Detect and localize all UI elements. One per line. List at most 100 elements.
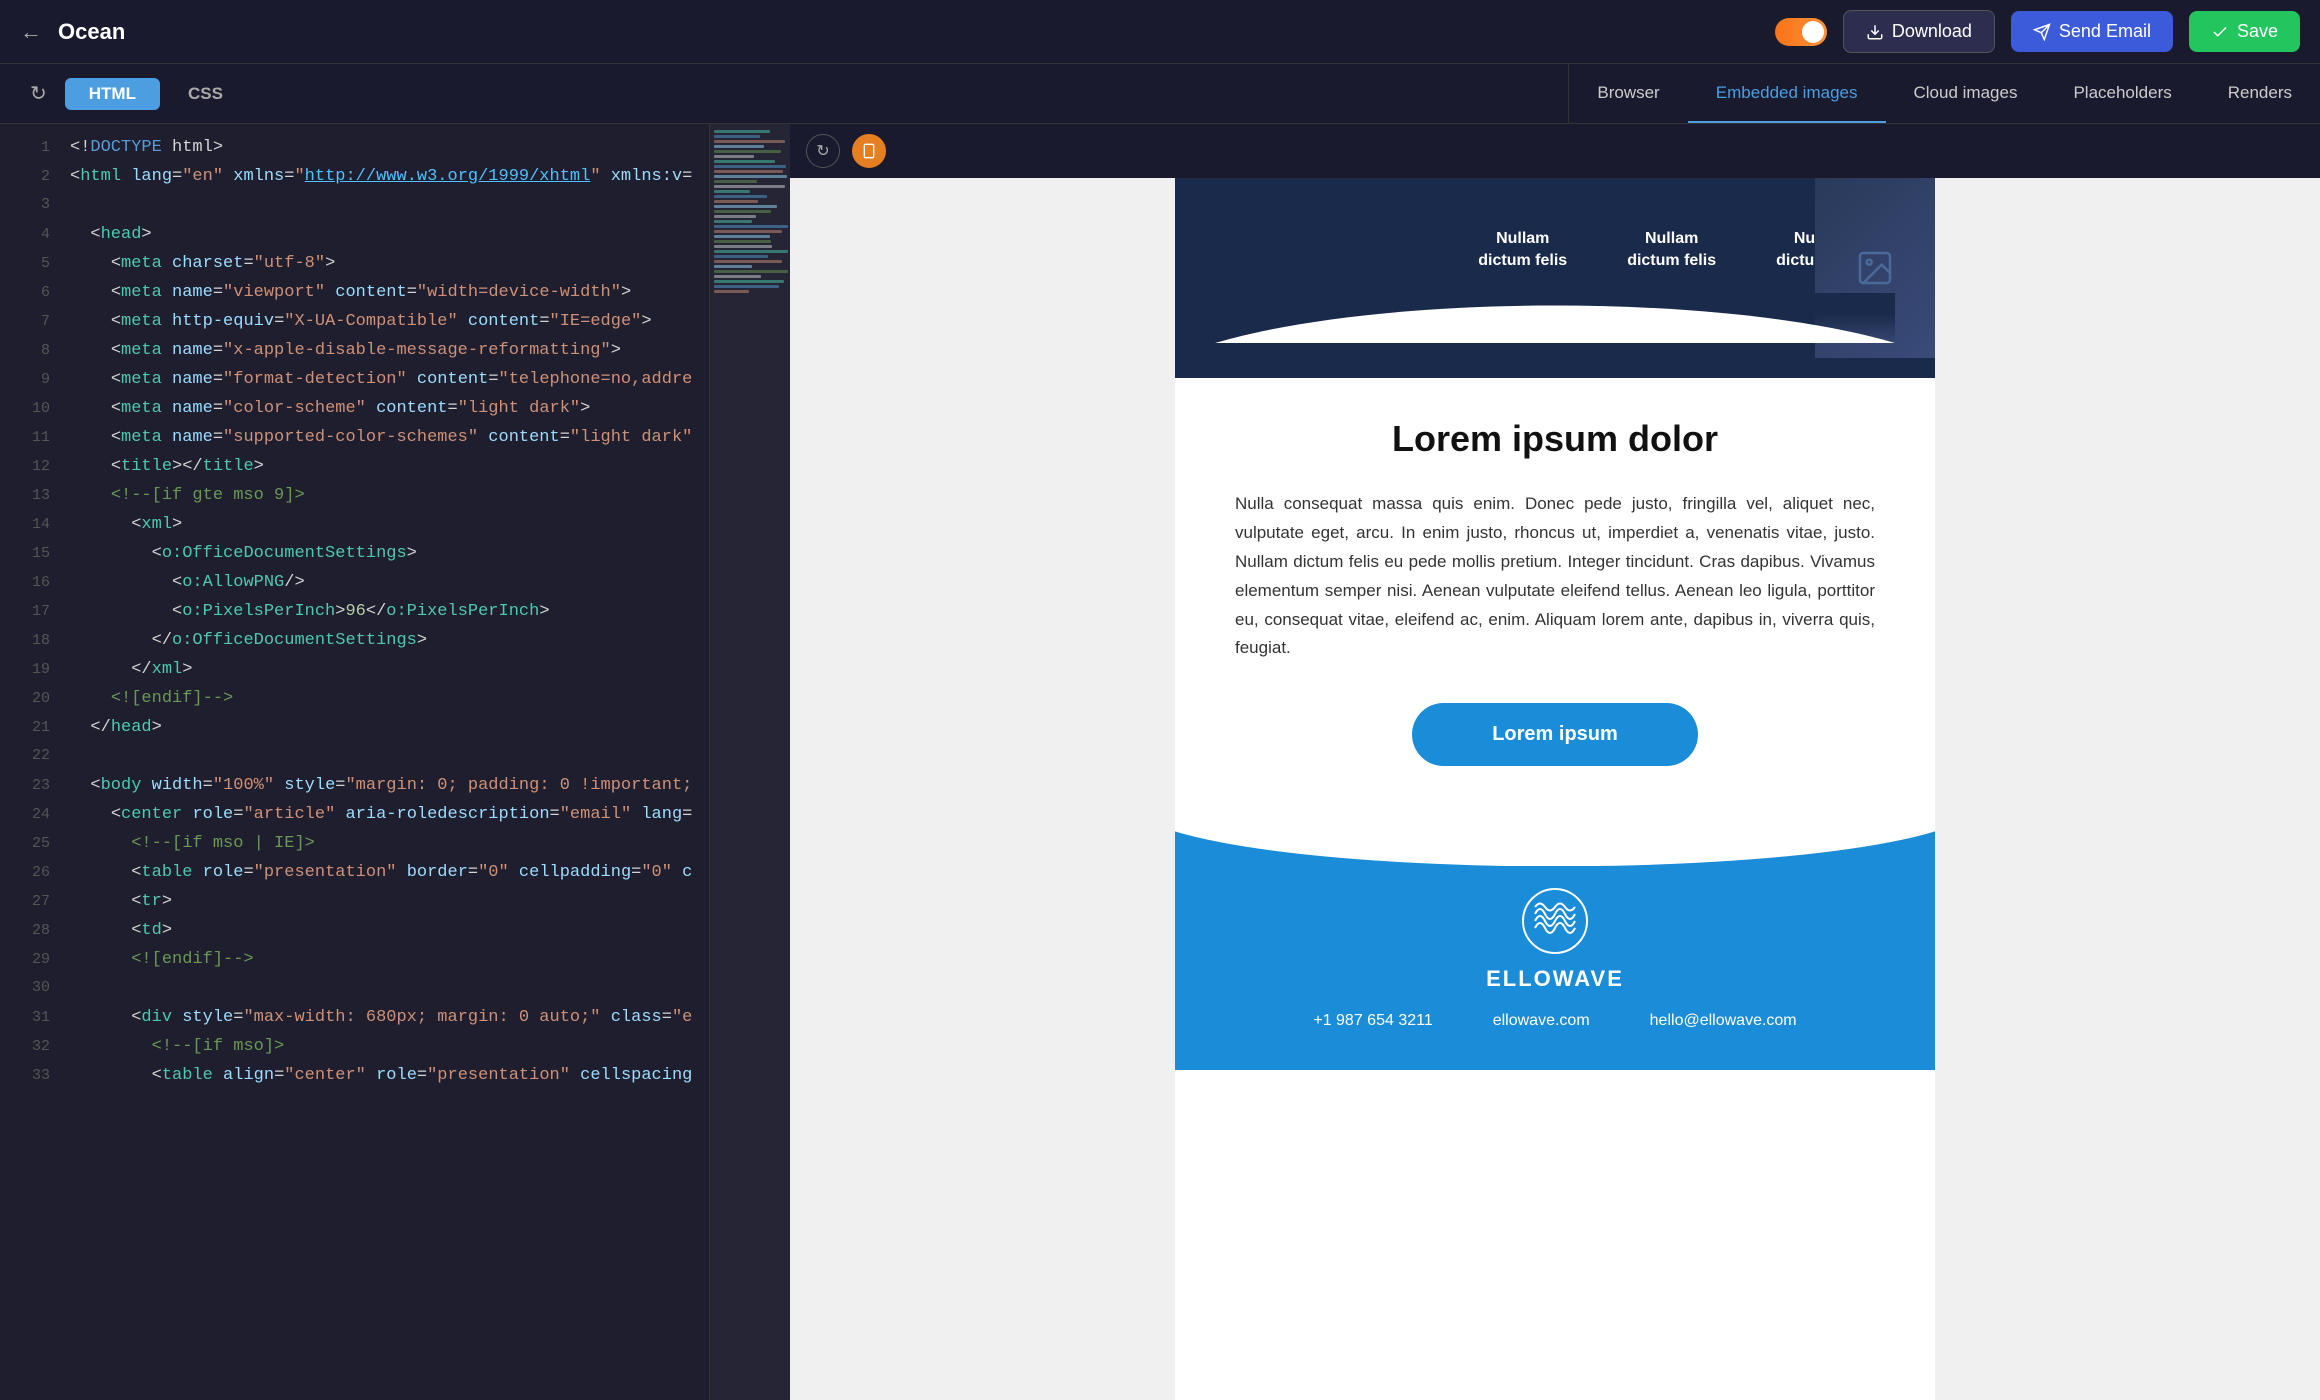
minimap-line	[714, 275, 761, 278]
email-heading: Lorem ipsum dolor	[1235, 418, 1875, 460]
line-code: <meta name="viewport" content="width=dev…	[70, 279, 631, 308]
line-code: <center role="article" aria-roledescript…	[70, 801, 693, 830]
line-code: <o:PixelsPerInch>96</o:PixelsPerInch>	[70, 598, 550, 627]
send-email-label: Send Email	[2059, 21, 2151, 42]
footer-logo-icon	[1520, 886, 1590, 956]
hero-col-2: Nullamdictum felis	[1597, 208, 1746, 293]
save-label: Save	[2237, 21, 2278, 42]
download-button[interactable]: Download	[1843, 10, 1995, 53]
line-number: 11	[16, 425, 50, 451]
code-line: 3	[0, 192, 709, 221]
code-line: 4 <head>	[0, 221, 709, 250]
tab-css[interactable]: CSS	[164, 78, 247, 110]
minimap	[710, 124, 790, 1400]
hero-col-1: Nullamdictum felis	[1448, 208, 1597, 293]
line-number: 26	[16, 860, 50, 886]
code-line: 20 <![endif]-->	[0, 685, 709, 714]
minimap-line	[714, 230, 782, 233]
line-code: <meta name="x-apple-disable-message-refo…	[70, 337, 621, 366]
refresh-icon[interactable]: ↻	[16, 81, 61, 106]
tab-html[interactable]: HTML	[65, 78, 160, 110]
top-bar: ← Ocean Download Send Email Save	[0, 0, 2320, 64]
code-line: 7 <meta http-equiv="X-UA-Compatible" con…	[0, 308, 709, 337]
tab-placeholders[interactable]: Placeholders	[2045, 64, 2199, 123]
minimap-line	[714, 250, 788, 253]
preview-panel: ↻ Nullamdictum felis Nullamdictum felis	[790, 124, 2320, 1400]
line-code: <!--[if mso]>	[70, 1033, 284, 1062]
send-email-button[interactable]: Send Email	[2011, 11, 2173, 52]
line-number: 1	[16, 135, 50, 161]
email-footer: ELLOWAVE +1 987 654 3211 ellowave.com he…	[1175, 806, 1935, 1070]
line-code: </xml>	[70, 656, 192, 685]
minimap-line	[714, 280, 784, 283]
code-line: 17 <o:PixelsPerInch>96</o:PixelsPerInch>	[0, 598, 709, 627]
preview-tabs: Browser Embedded images Cloud images Pla…	[1568, 64, 2320, 123]
minimap-line	[714, 145, 764, 148]
code-line: 21 </head>	[0, 714, 709, 743]
minimap-line	[714, 195, 767, 198]
line-number: 24	[16, 802, 50, 828]
preview-toolbar: ↻	[790, 124, 2320, 178]
theme-toggle-wrap	[1775, 18, 1827, 46]
footer-contact: +1 987 654 3211 ellowave.com hello@ellow…	[1313, 1012, 1796, 1030]
code-line: 13 <!--[if gte mso 9]>	[0, 482, 709, 511]
code-line: 16 <o:AllowPNG/>	[0, 569, 709, 598]
line-code: <table role="presentation" border="0" ce…	[70, 859, 693, 888]
tab-cloud-images[interactable]: Cloud images	[1886, 64, 2046, 123]
line-code: </o:OfficeDocumentSettings>	[70, 627, 427, 656]
second-bar: ↻ HTML CSS Browser Embedded images Cloud…	[0, 64, 2320, 124]
minimap-line	[714, 175, 787, 178]
minimap-line	[714, 255, 768, 258]
line-number: 18	[16, 628, 50, 654]
line-number: 27	[16, 889, 50, 915]
line-code: <body width="100%" style="margin: 0; pad…	[70, 772, 693, 801]
line-code: <tr>	[70, 888, 172, 917]
minimap-line	[714, 260, 782, 263]
code-line: 6 <meta name="viewport" content="width=d…	[0, 279, 709, 308]
minimap-line	[714, 165, 786, 168]
line-number: 3	[16, 192, 50, 218]
minimap-line	[714, 140, 785, 143]
hero-image-icon	[1855, 248, 1895, 288]
line-number: 33	[16, 1063, 50, 1089]
minimap-line	[714, 265, 752, 268]
code-line: 28 <td>	[0, 917, 709, 946]
footer-logo-text: ELLOWAVE	[1486, 966, 1624, 992]
code-line: 12 <title></title>	[0, 453, 709, 482]
line-code: <!--[if gte mso 9]>	[70, 482, 305, 511]
line-number: 4	[16, 222, 50, 248]
line-number: 20	[16, 686, 50, 712]
line-code: <div style="max-width: 680px; margin: 0 …	[70, 1004, 693, 1033]
code-line: 9 <meta name="format-detection" content=…	[0, 366, 709, 395]
line-number: 2	[16, 164, 50, 190]
minimap-line	[714, 205, 777, 208]
footer-phone: +1 987 654 3211	[1313, 1012, 1432, 1030]
minimap-line	[714, 200, 758, 203]
tab-browser[interactable]: Browser	[1569, 64, 1687, 123]
tab-renders[interactable]: Renders	[2200, 64, 2320, 123]
code-line: 2<html lang="en" xmlns="http://www.w3.or…	[0, 163, 709, 192]
preview-refresh-icon[interactable]: ↻	[806, 134, 840, 168]
email-hero: Nullamdictum felis Nullamdictum felis Nu…	[1175, 178, 1935, 378]
back-button[interactable]: ←	[20, 21, 42, 43]
line-number: 29	[16, 947, 50, 973]
code-line: 1<!DOCTYPE html>	[0, 134, 709, 163]
send-icon	[2033, 23, 2051, 41]
code-line: 5 <meta charset="utf-8">	[0, 250, 709, 279]
line-code: <![endif]-->	[70, 946, 254, 975]
code-line: 30	[0, 975, 709, 1004]
line-code: <!--[if mso | IE]>	[70, 830, 315, 859]
preview-device-icon[interactable]	[852, 134, 886, 168]
line-code: <o:AllowPNG/>	[70, 569, 305, 598]
save-button[interactable]: Save	[2189, 11, 2300, 52]
hero-col-2-title: Nullamdictum felis	[1627, 228, 1716, 273]
tab-embedded-images[interactable]: Embedded images	[1688, 64, 1886, 123]
line-number: 17	[16, 599, 50, 625]
code-line: 24 <center role="article" aria-roledescr…	[0, 801, 709, 830]
theme-toggle[interactable]	[1775, 18, 1827, 46]
minimap-line	[714, 240, 771, 243]
code-area[interactable]: 1<!DOCTYPE html>2<html lang="en" xmlns="…	[0, 124, 709, 1400]
minimap-line	[714, 285, 779, 288]
cta-button[interactable]: Lorem ipsum	[1412, 703, 1698, 766]
code-line: 11 <meta name="supported-color-schemes" …	[0, 424, 709, 453]
